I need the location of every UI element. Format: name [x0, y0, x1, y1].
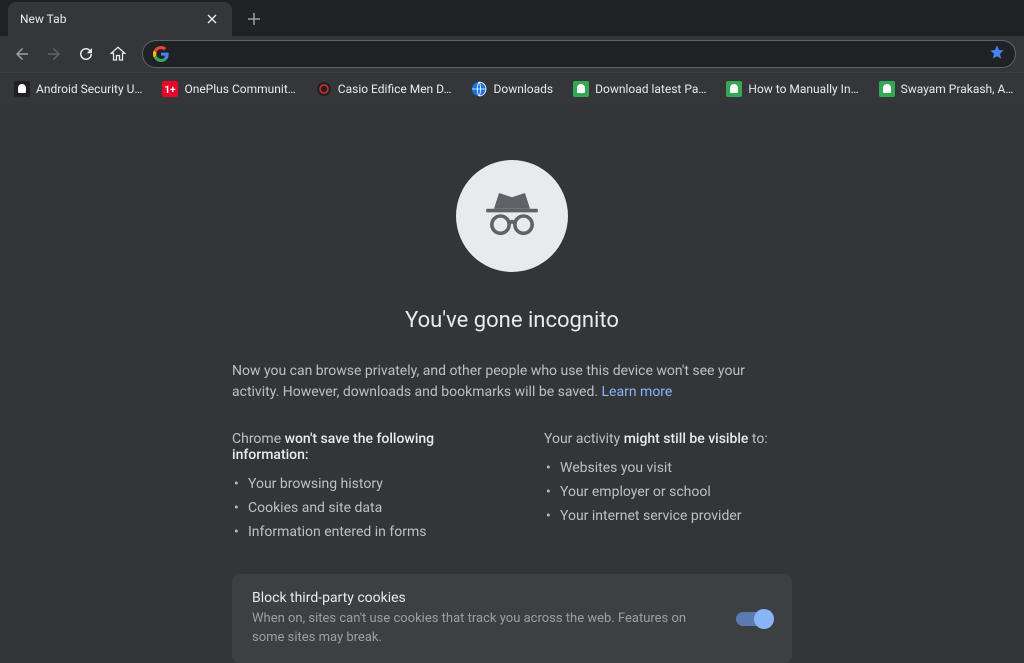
bookmark-item[interactable]: Downloads: [463, 77, 561, 101]
learn-more-link[interactable]: Learn more: [602, 384, 673, 400]
intro-text: Now you can browse privately, and other …: [232, 361, 792, 403]
bookmark-favicon-icon: [879, 81, 895, 97]
back-button[interactable]: [8, 40, 36, 68]
bookmark-favicon-icon: [726, 81, 742, 97]
bookmark-label: Casio Edifice Men D…: [338, 82, 452, 96]
cookie-title: Block third-party cookies: [252, 590, 716, 606]
info-columns: Chrome won't save the following informat…: [232, 431, 792, 544]
bookmark-label: OnePlus Communit…: [184, 82, 295, 96]
new-tab-button[interactable]: [240, 5, 268, 33]
bookmark-favicon-icon: [471, 81, 487, 97]
bookmark-favicon-icon: 1+: [162, 81, 178, 97]
bookmark-item[interactable]: Casio Edifice Men D…: [308, 77, 460, 101]
cookie-box: Block third-party cookies When on, sites…: [232, 574, 792, 662]
omnibox[interactable]: [142, 40, 1016, 68]
tab-strip: New Tab: [0, 0, 1024, 36]
home-button[interactable]: [104, 40, 132, 68]
list-item: Your employer or school: [544, 481, 792, 505]
bookmark-item[interactable]: Swayam Prakash, A…: [871, 77, 1022, 101]
cookie-desc: When on, sites can't use cookies that tr…: [252, 610, 716, 646]
toolbar: [0, 36, 1024, 72]
list-item: Your browsing history: [232, 473, 480, 497]
bookmark-item[interactable]: Download latest Pa…: [565, 77, 714, 101]
google-icon: [153, 46, 169, 62]
visible-to-column: Your activity might still be visible to:…: [544, 431, 792, 544]
cookie-toggle[interactable]: [736, 612, 772, 626]
bookmark-item[interactable]: Android Security U…: [6, 77, 150, 101]
column-header: Chrome won't save the following informat…: [232, 431, 480, 463]
svg-text:1+: 1+: [165, 85, 177, 96]
address-input[interactable]: [177, 46, 989, 62]
bookmark-label: Download latest Pa…: [595, 82, 706, 96]
bookmark-item[interactable]: 1+ OnePlus Communit…: [154, 77, 303, 101]
list-item: Your internet service provider: [544, 505, 792, 529]
list-item: Websites you visit: [544, 457, 792, 481]
bookmark-item[interactable]: How to Manually In…: [718, 77, 866, 101]
page-heading: You've gone incognito: [405, 308, 619, 333]
bookmark-label: Android Security U…: [36, 82, 142, 96]
bookmark-favicon-icon: [573, 81, 589, 97]
bookmark-label: Swayam Prakash, A…: [901, 82, 1014, 96]
tab-new-tab[interactable]: New Tab: [8, 2, 232, 36]
bookmark-favicon-icon: [316, 81, 332, 97]
list-item: Information entered in forms: [232, 521, 480, 545]
bookmarks-bar: Android Security U… 1+ OnePlus Communit… Ca…: [0, 72, 1024, 104]
bookmark-star-icon[interactable]: [989, 44, 1005, 64]
reload-button[interactable]: [72, 40, 100, 68]
list-item: Cookies and site data: [232, 497, 480, 521]
column-header: Your activity might still be visible to:: [544, 431, 792, 447]
toggle-thumb: [754, 609, 774, 629]
incognito-content: You've gone incognito Now you can browse…: [0, 104, 1024, 663]
close-icon[interactable]: [204, 11, 220, 27]
bookmark-label: How to Manually In…: [748, 82, 858, 96]
tab-title: New Tab: [20, 12, 204, 26]
wont-save-column: Chrome won't save the following informat…: [232, 431, 480, 544]
bookmark-favicon-icon: [14, 81, 30, 97]
incognito-icon: [456, 160, 568, 272]
bookmark-label: Downloads: [493, 82, 553, 96]
forward-button[interactable]: [40, 40, 68, 68]
